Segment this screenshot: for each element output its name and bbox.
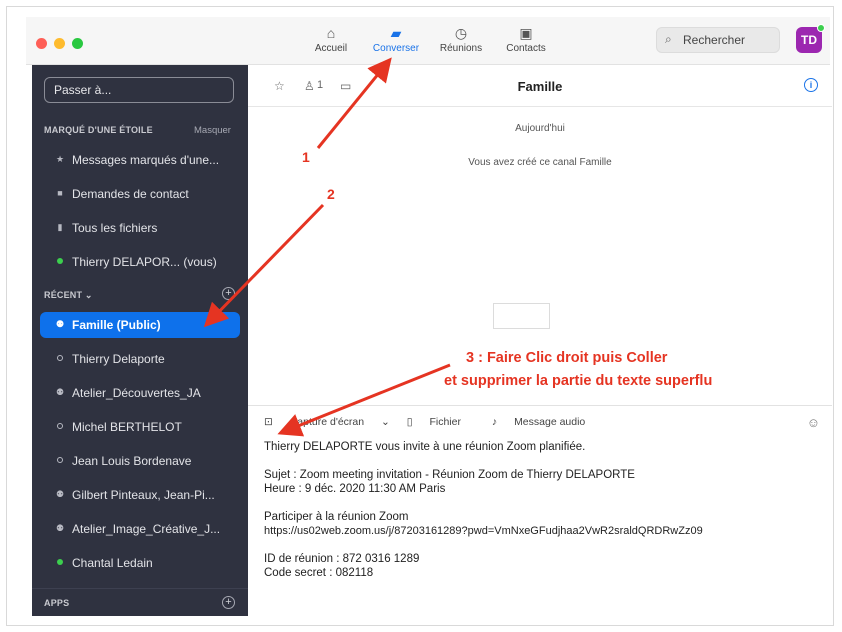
chat-header: ☆ ♙ 1 ▭ Famille i <box>248 65 832 107</box>
group-icon: ⚉ <box>55 387 65 397</box>
sidebar-item-michel-berthelot[interactable]: Michel BERTHELOT <box>40 414 240 440</box>
annotation-label-1: 1 <box>302 149 310 165</box>
file-icon: ▯ <box>406 416 416 428</box>
annotation-label-3-line2: et supprimer la partie du texte superflu <box>444 373 713 389</box>
contact-card-icon: ■ <box>57 188 63 198</box>
group-icon: ⚉ <box>55 523 65 533</box>
channel-title: Famille <box>517 79 563 94</box>
online-status-icon <box>817 24 825 32</box>
microphone-icon: ♪ <box>491 416 501 428</box>
offline-dot-icon <box>54 421 66 431</box>
sidebar-item-label: Atelier_Découvertes_JA <box>72 386 201 400</box>
message-line: ID de réunion : 872 0316 1289 <box>264 553 420 565</box>
nav-home[interactable]: ⌂ Accueil <box>301 23 361 54</box>
nav-contacts[interactable]: ▣ Contacts <box>496 23 556 54</box>
sidebar-item-starred-messages[interactable]: ★ Messages marqués d'une... <box>40 147 240 173</box>
contacts-icon: ▣ <box>519 25 533 41</box>
sidebar-item-thierry-delaporte[interactable]: Thierry Delaporte <box>40 346 240 372</box>
close-window-button[interactable] <box>36 38 47 49</box>
sidebar-item-atelier-decouvertes[interactable]: ⚉ Atelier_Découvertes_JA <box>40 380 240 406</box>
starred-hide-button[interactable]: Masquer <box>194 125 231 136</box>
clock-icon: ◷ <box>454 25 468 41</box>
chat-panel: ☆ ♙ 1 ▭ Famille i Aujourd'hui Vous avez … <box>248 65 832 616</box>
sidebar-item-self[interactable]: Thierry DELAPOR... (vous) <box>40 249 240 275</box>
sidebar-item-label: Thierry Delaporte <box>72 352 165 366</box>
message-line <box>264 538 824 552</box>
search-input[interactable]: ⌕ Rechercher <box>656 27 780 53</box>
screenshot-button[interactable]: ⊡ Capture d'écran ⌄ <box>264 416 390 428</box>
sidebar-item-gilbert-pinteaux[interactable]: ⚉ Gilbert Pinteaux, Jean-Pi... <box>40 482 240 508</box>
annotation-label-3-line1: 3 : Faire Clic droit puis Coller <box>466 350 668 366</box>
nav-meetings[interactable]: ◷ Réunions <box>431 23 491 54</box>
sidebar-item-contact-requests[interactable]: ■ Demandes de contact <box>40 181 240 207</box>
sidebar-item-label: Gilbert Pinteaux, Jean-Pi... <box>72 488 215 502</box>
sidebar-item-label: Jean Louis Bordenave <box>72 454 192 468</box>
nav-chat[interactable]: ▰ Converser <box>366 23 426 54</box>
date-divider: Aujourd'hui <box>515 123 565 134</box>
info-icon[interactable]: i <box>804 78 818 92</box>
message-line: Code secret : 082118 <box>264 567 374 579</box>
sidebar-item-label: Messages marqués d'une... <box>72 153 220 167</box>
system-message: Vous avez créé ce canal Famille <box>468 157 612 168</box>
offline-dot-icon <box>54 455 66 465</box>
sidebar-item-famille[interactable]: ⚉ Famille (Public) <box>40 312 240 338</box>
jump-to-input[interactable]: Passer à... <box>44 77 234 103</box>
message-line: Heure : 9 déc. 2020 11:30 AM Paris <box>264 483 446 495</box>
jump-to-placeholder: Passer à... <box>54 83 112 97</box>
emoji-icon[interactable]: ☺ <box>807 415 820 430</box>
audio-message-button[interactable]: ♪ Message audio <box>492 416 599 428</box>
nav-home-label: Accueil <box>314 43 348 54</box>
screenshot-icon: ⊡ <box>264 416 276 428</box>
nav-contacts-label: Contacts <box>506 43 546 54</box>
sidebar-item-label: Atelier_Image_Créative_J... <box>72 522 221 536</box>
sidebar-item-atelier-image[interactable]: ⚉ Atelier_Image_Créative_J... <box>40 516 240 542</box>
sidebar-item-label: Tous les fichiers <box>72 221 158 235</box>
sidebar-item-all-files[interactable]: ▮ Tous les fichiers <box>40 215 240 241</box>
message-composer[interactable]: ⊡ Capture d'écran ⌄ ▯ Fichier ♪ Message … <box>248 405 832 616</box>
sidebar: Passer à... MARQUÉ D'UNE ÉTOILE Masquer … <box>32 65 248 616</box>
star-icon: ★ <box>55 154 65 164</box>
online-dot-icon <box>54 557 66 567</box>
starred-section-header: MARQUÉ D'UNE ÉTOILE <box>44 125 153 135</box>
composer-toolbar: ⊡ Capture d'écran ⌄ ▯ Fichier ♪ Message … <box>264 416 613 428</box>
message-line: Sujet : Zoom meeting invitation - Réunio… <box>264 469 635 481</box>
message-line: Thierry DELAPORTE vous invite à une réun… <box>264 441 586 453</box>
search-icon: ⌕ <box>665 32 672 46</box>
search-label: Rechercher <box>683 33 746 47</box>
online-dot-icon <box>54 256 66 266</box>
home-icon: ⌂ <box>326 25 336 41</box>
message-line: Participer à la réunion Zoom <box>264 511 409 523</box>
avatar[interactable]: TD <box>796 24 825 53</box>
recent-section-header[interactable]: RÉCENT ⌄ <box>44 290 93 301</box>
message-line <box>264 496 824 510</box>
zoom-window-button[interactable] <box>72 38 83 49</box>
message-line <box>264 454 824 468</box>
annotation-label-2: 2 <box>327 186 335 202</box>
chat-icon: ▰ <box>390 25 402 41</box>
group-icon: ⚉ <box>55 489 65 499</box>
group-icon: ⚉ <box>55 319 65 329</box>
avatar-initials: TD <box>801 33 817 47</box>
nav-meetings-label: Réunions <box>439 43 483 54</box>
sidebar-item-chantal-ledain[interactable]: Chantal Ledain <box>40 550 240 576</box>
sidebar-item-label: Famille (Public) <box>72 318 161 332</box>
minimize-window-button[interactable] <box>54 38 65 49</box>
sidebar-item-label: Chantal Ledain <box>72 556 153 570</box>
sidebar-item-jean-louis-bordenave[interactable]: Jean Louis Bordenave <box>40 448 240 474</box>
apps-section-header: APPS <box>44 598 70 608</box>
sidebar-item-label: Demandes de contact <box>72 187 189 201</box>
message-input[interactable]: Thierry DELAPORTE vous invite à une réun… <box>264 440 824 580</box>
offline-dot-icon <box>54 353 66 363</box>
nav-chat-label: Converser <box>372 43 420 54</box>
file-icon: ▮ <box>57 222 63 232</box>
apps-section: APPS + <box>32 588 248 616</box>
top-toolbar: ⌂ Accueil ▰ Converser ◷ Réunions ▣ Conta… <box>26 17 830 65</box>
file-button[interactable]: ▯ Fichier <box>407 416 475 428</box>
message-placeholder-box <box>493 303 550 329</box>
message-line: https://us02web.zoom.us/j/87203161289?pw… <box>264 525 703 537</box>
add-recent-icon[interactable]: + <box>222 287 235 300</box>
sidebar-item-label: Thierry DELAPOR... (vous) <box>72 255 217 269</box>
add-app-icon[interactable]: + <box>222 596 235 609</box>
sidebar-item-label: Michel BERTHELOT <box>72 420 182 434</box>
